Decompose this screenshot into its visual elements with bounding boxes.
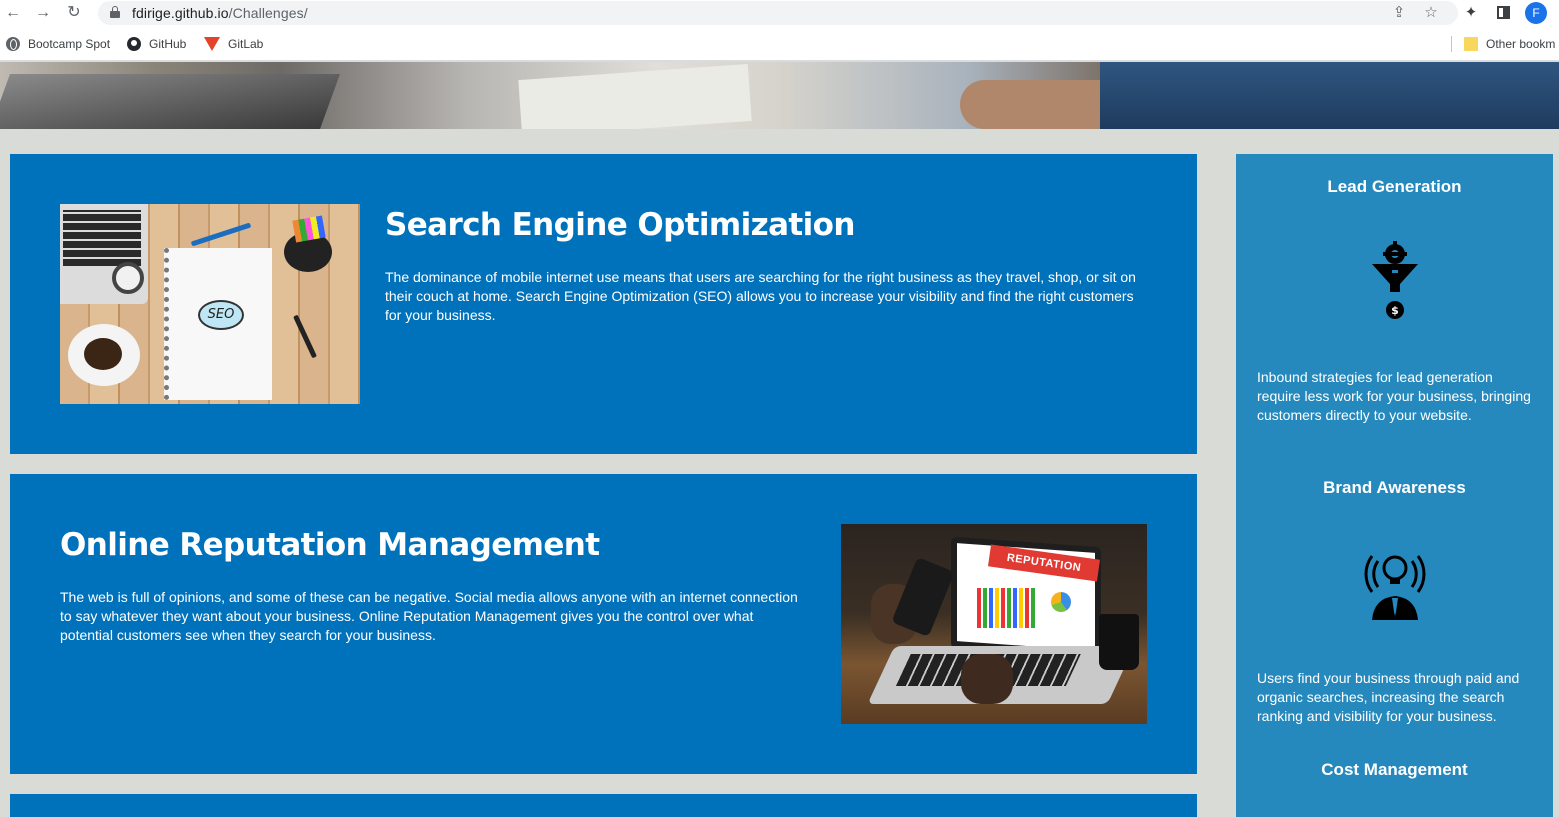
extensions-icon[interactable]: ✦ [1461,3,1481,23]
bookmark-bootcamp-spot[interactable]: Bootcamp Spot [6,36,110,52]
other-bookmarks[interactable]: Other bookm [1464,36,1555,52]
seo-section: SEO Search Engine Optimization The domin… [10,154,1197,454]
benefit-title: Brand Awareness [1323,478,1466,497]
benefit-title: Cost Management [1321,760,1468,779]
side-panel-icon[interactable] [1497,6,1510,19]
reload-icon[interactable]: ↻ [64,3,84,23]
share-icon[interactable]: ⇪ [1390,4,1408,22]
benefit-text: Inbound strategies for lead generation r… [1257,369,1531,423]
bookmarks-divider [1451,36,1452,52]
reputation-section: Online Reputation Management The web is … [10,474,1197,774]
seo-text: The dominance of mobile internet use mea… [385,269,1136,323]
seo-image: SEO [60,204,360,404]
bookmark-gitlab[interactable]: GitLab [204,36,263,52]
hero-image [0,62,1559,129]
bookmark-label: Bootcamp Spot [28,37,111,51]
next-section [10,794,1197,817]
lead-funnel-icon: $ [1372,241,1418,319]
reputation-text: The web is full of opinions, and some of… [60,589,798,643]
other-bookmarks-label: Other bookm [1486,37,1556,51]
benefit-text: Users find your business through paid an… [1257,670,1520,724]
brand-broadcast-icon [1364,555,1426,620]
bookmark-label: GitLab [228,37,264,51]
svg-text:$: $ [1391,304,1399,317]
gitlab-icon [204,37,220,51]
reputation-image: REPUTATION [841,524,1147,724]
github-icon [127,37,141,51]
profile-avatar[interactable]: F [1525,2,1547,24]
lock-icon[interactable] [110,6,120,18]
seo-image-text: SEO [198,300,244,330]
forward-icon[interactable]: → [33,3,53,23]
address-bar[interactable]: fdirige.github.io/Challenges/ ⇪ ☆ [98,1,1458,25]
benefits-sidebar: Lead Generation $ Inbound strategies for… [1236,154,1553,817]
globe-icon [6,37,20,51]
url-host: fdirige.github.io [132,5,229,21]
back-icon[interactable]: ← [3,3,23,23]
folder-icon [1464,37,1478,51]
star-icon[interactable]: ☆ [1422,4,1440,22]
bookmark-label: GitHub [149,37,187,51]
benefit-title: Lead Generation [1327,177,1462,196]
bookmarks-bar: Bootcamp Spot GitHub GitLab Other bookm [0,27,1559,61]
browser-toolbar: ← → ↻ fdirige.github.io/Challenges/ ⇪ ☆ … [0,0,1559,27]
url-path: /Challenges/ [228,5,308,21]
seo-heading: Search Engine Optimization [385,207,855,243]
reputation-heading: Online Reputation Management [60,527,600,563]
url-text[interactable]: fdirige.github.io/Challenges/ [132,5,308,21]
bookmark-github[interactable]: GitHub [127,36,186,52]
